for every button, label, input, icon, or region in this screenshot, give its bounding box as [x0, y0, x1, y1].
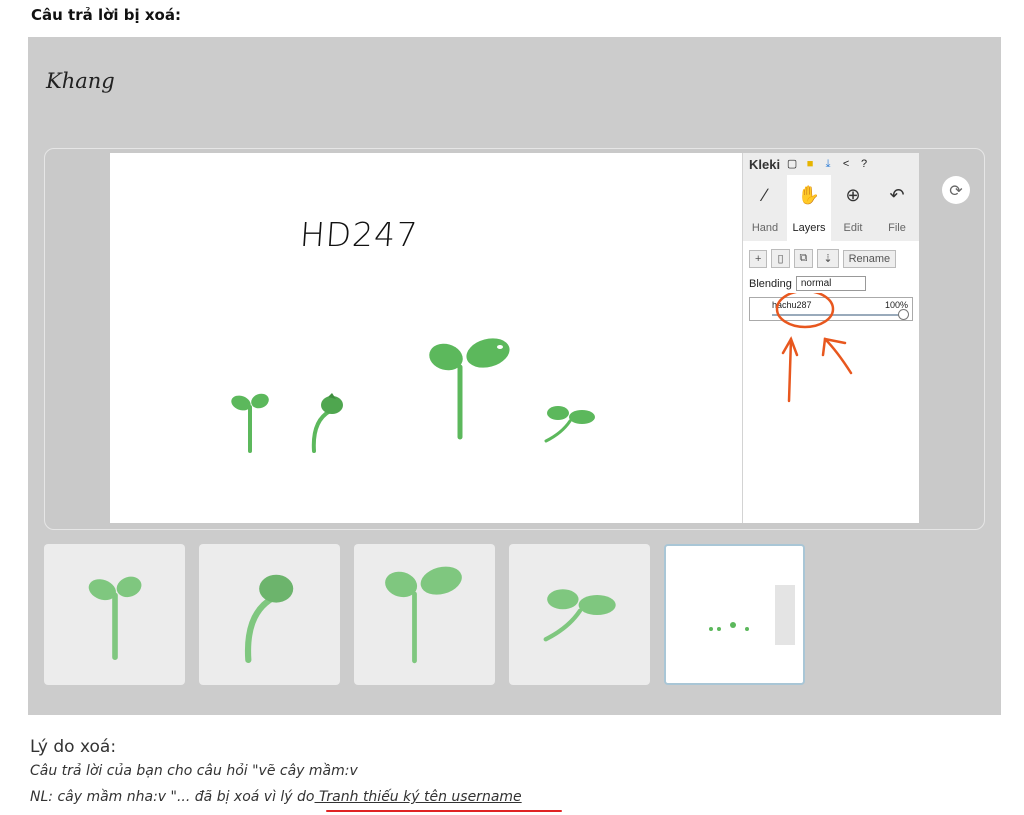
thumbnail-4[interactable]	[509, 544, 650, 685]
reason-label: Lý do xoá:	[30, 737, 117, 757]
screenshot-thumb-icon	[674, 584, 795, 645]
new-icon[interactable]: ▢	[786, 158, 798, 170]
kleki-tools: ∕ ✋ ⊕ ↶	[743, 175, 919, 215]
sprout-thumb-icon	[88, 576, 141, 660]
kleki-tabs: Hand Layers Edit File	[743, 215, 919, 241]
zoom-icon[interactable]: ⊕	[831, 175, 875, 215]
sprout-3-icon	[429, 338, 510, 440]
save-icon[interactable]: ■	[804, 158, 816, 170]
tab-edit[interactable]: Edit	[831, 215, 875, 241]
tab-file[interactable]: File	[875, 215, 919, 241]
page-title: Câu trả lời bị xoá:	[31, 6, 181, 24]
layer-actions: + ▯ ⧉ ⇣ Rename	[749, 249, 913, 268]
thumbnail-1[interactable]	[44, 544, 185, 685]
sprout-thumb-icon	[244, 574, 293, 663]
drawing-text: HD247	[298, 215, 420, 254]
tab-layers[interactable]: Layers	[787, 215, 831, 241]
kleki-logo: Kleki	[749, 156, 781, 172]
kleki-toolbar: Kleki ▢ ■ ⤓ < ? ∕ ✋ ⊕ ↶ Hand Layers Edit	[742, 153, 919, 523]
kleki-header: Kleki ▢ ■ ⤓ < ?	[743, 153, 919, 175]
answer-panel: Khang HD247 Kleki ▢ ■ ⤓ < ? ∕ ✋ ⊕ ↶ Hand…	[28, 37, 1001, 715]
thumbnail-3[interactable]	[354, 544, 495, 685]
reason-line-2-prefix: NL: cây mầm nha:v "... đã bị xoá vì lý d…	[30, 789, 315, 805]
undo-redo-icon[interactable]: ↶	[875, 175, 919, 215]
sprout-thumb-icon	[384, 566, 462, 663]
merge-layer-icon[interactable]: ⇣	[817, 249, 839, 268]
hand-tool-icon[interactable]: ✋	[787, 175, 831, 215]
download-icon[interactable]: ⤓	[822, 158, 834, 170]
reason-line-2: NL: cây mầm nha:v "... đã bị xoá vì lý d…	[30, 789, 522, 805]
blending-row: Blending normal	[749, 276, 913, 291]
help-icon[interactable]: ?	[858, 158, 870, 170]
thumbnail-2[interactable]	[199, 544, 340, 685]
reason-line-1: Câu trả lời của bạn cho câu hỏi "vẽ cây …	[30, 763, 358, 779]
rotate-icon: ⟳	[949, 180, 963, 200]
delete-layer-icon[interactable]: ▯	[771, 249, 790, 268]
sprout-1-icon	[231, 393, 269, 453]
blending-select[interactable]: normal	[795, 276, 866, 291]
brush-tool-icon[interactable]: ∕	[743, 175, 787, 215]
annotation-arrows-icon	[775, 293, 853, 403]
rename-button[interactable]: Rename	[842, 249, 897, 268]
tab-hand[interactable]: Hand	[743, 215, 787, 241]
layers-panel: + ▯ ⧉ ⇣ Rename Blending normal hachu287 …	[743, 241, 919, 523]
drawing-canvas: HD247	[110, 153, 742, 523]
reason-underline	[326, 810, 562, 812]
answer-author: Khang	[46, 69, 115, 93]
share-icon[interactable]: <	[840, 158, 852, 170]
blending-label: Blending	[749, 277, 792, 290]
reason-text: Tranh thiếu ký tên username	[314, 789, 522, 805]
sprout-2-icon	[311, 393, 343, 453]
thumbnail-5[interactable]	[664, 544, 805, 685]
reset-view-button[interactable]: ⟳	[942, 176, 970, 204]
sprout-4-icon	[544, 406, 595, 443]
duplicate-layer-icon[interactable]: ⧉	[793, 249, 814, 268]
drawing-image[interactable]: HD247 Kleki ▢ ■ ⤓ < ? ∕ ✋ ⊕ ↶ Hand Layer…	[110, 153, 919, 523]
add-layer-icon[interactable]: +	[749, 249, 768, 268]
image-viewer: HD247 Kleki ▢ ■ ⤓ < ? ∕ ✋ ⊕ ↶ Hand Layer…	[44, 148, 985, 530]
sprout-thumb-icon	[543, 588, 616, 641]
